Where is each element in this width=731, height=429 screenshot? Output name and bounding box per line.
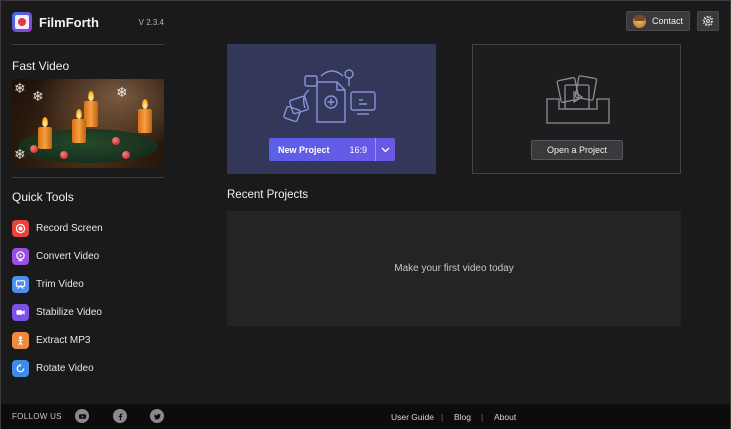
tool-label: Extract MP3 xyxy=(36,334,91,346)
youtube-icon[interactable] xyxy=(75,409,89,423)
fast-video-title: Fast Video xyxy=(12,59,70,73)
trim-icon xyxy=(12,275,29,293)
gear-icon xyxy=(702,15,714,27)
recent-projects-panel: Make your first video today xyxy=(227,211,681,326)
about-link[interactable]: About xyxy=(494,412,516,422)
aspect-ratio-dropdown[interactable] xyxy=(375,138,395,161)
recent-projects-title: Recent Projects xyxy=(227,189,309,201)
tool-stabilize-video[interactable]: Stabilize Video xyxy=(12,298,164,326)
facebook-icon[interactable] xyxy=(113,409,127,423)
extract-mp3-icon xyxy=(12,331,29,349)
brand: FilmForth V 2.3.4 xyxy=(12,11,164,33)
blog-link[interactable]: Blog xyxy=(454,412,471,422)
twitter-icon[interactable] xyxy=(150,409,164,423)
tool-record-screen[interactable]: Record Screen xyxy=(12,214,164,242)
open-project-button[interactable]: Open a Project xyxy=(531,140,623,160)
new-project-button[interactable]: New Project 16:9 xyxy=(269,138,395,161)
contact-button[interactable]: Contact xyxy=(626,11,690,31)
recent-empty-message: Make your first video today xyxy=(394,263,514,274)
footer-separator: | xyxy=(441,412,444,422)
folder-illustration-icon xyxy=(546,75,610,124)
footer-separator: | xyxy=(481,412,484,422)
convert-icon xyxy=(12,247,29,265)
sidebar-divider xyxy=(12,44,164,45)
stabilize-icon xyxy=(12,303,29,321)
tool-label: Convert Video xyxy=(36,250,100,262)
quick-tools-title: Quick Tools xyxy=(12,190,74,204)
open-project-label: Open a Project xyxy=(546,145,608,155)
chevron-down-icon xyxy=(381,147,390,152)
tool-label: Record Screen xyxy=(36,222,103,234)
user-guide-link[interactable]: User Guide xyxy=(391,412,434,422)
sidebar-divider xyxy=(12,177,164,178)
open-project-card[interactable]: Open a Project xyxy=(472,44,681,174)
filmforth-logo-icon xyxy=(12,12,32,32)
new-project-label: New Project xyxy=(278,144,330,155)
record-icon xyxy=(12,219,29,237)
fast-video-thumbnail[interactable]: ❄ ❄ ❄ ❄ xyxy=(12,79,164,168)
tool-label: Trim Video xyxy=(36,278,84,290)
app-name: FilmForth xyxy=(39,14,99,30)
tool-convert-video[interactable]: Convert Video xyxy=(12,242,164,270)
tool-extract-mp3[interactable]: Extract MP3 xyxy=(12,326,164,354)
footer: FOLLOW US User Guide | Blog | About xyxy=(1,404,730,429)
tool-label: Rotate Video xyxy=(36,362,94,374)
tool-trim-video[interactable]: Trim Video xyxy=(12,270,164,298)
tool-rotate-video[interactable]: Rotate Video xyxy=(12,354,164,382)
aspect-ratio-label: 16:9 xyxy=(349,144,367,155)
sidebar: FilmForth V 2.3.4 Fast Video ❄ ❄ ❄ ❄ Qui… xyxy=(1,1,175,403)
avatar xyxy=(633,14,646,28)
rotate-icon xyxy=(12,359,29,377)
follow-us-label: FOLLOW US xyxy=(12,412,62,421)
tool-label: Stabilize Video xyxy=(36,306,102,318)
contact-label: Contact xyxy=(652,16,684,26)
settings-button[interactable] xyxy=(697,11,719,31)
new-project-illustration-icon xyxy=(283,69,376,123)
quick-tools-list: Record Screen Convert Video Trim Video S… xyxy=(12,214,164,382)
app-version: V 2.3.4 xyxy=(138,17,164,27)
app-window: FilmForth V 2.3.4 Fast Video ❄ ❄ ❄ ❄ Qui… xyxy=(0,0,731,429)
new-project-card[interactable]: New Project 16:9 xyxy=(227,44,436,174)
